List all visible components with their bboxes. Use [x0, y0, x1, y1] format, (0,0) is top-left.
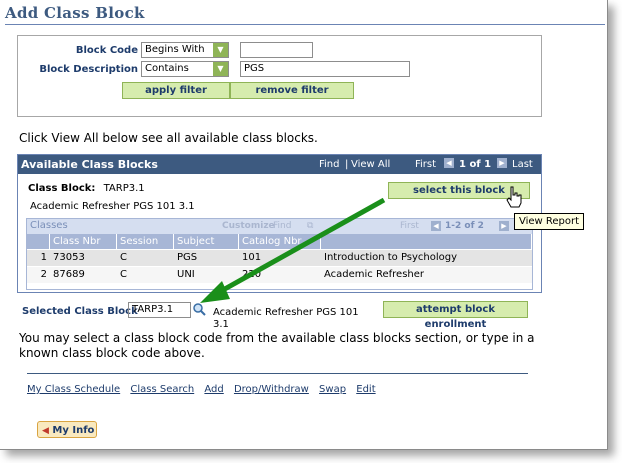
hand-cursor-icon [506, 186, 522, 208]
table-cell-subject: UNI [174, 267, 239, 283]
class-block-description: Academic Refresher PGS 101 3.1 [30, 201, 195, 212]
customize-link[interactable]: Customize [222, 221, 275, 231]
my-info-button[interactable]: ◀ My Info [37, 421, 97, 438]
block-description-operator-value: Contains [145, 63, 189, 74]
row-number: 1 [27, 250, 50, 266]
add-link[interactable]: Add [204, 384, 223, 395]
attempt-block-enrollment-button[interactable]: attempt block enrollment [383, 301, 528, 330]
table-cell-session: C [117, 250, 174, 266]
page-range: 1 of 1 [459, 159, 492, 170]
filter-section: Block Code Begins With ▼ Block Descripti… [17, 35, 542, 117]
chevron-down-icon: ▼ [213, 62, 228, 76]
table-cell-class-nbr: 73053 [50, 250, 117, 266]
classes-prev-icon[interactable]: ◀ [431, 221, 441, 232]
block-description-operator-select[interactable]: Contains ▼ [141, 61, 229, 77]
view-report-tooltip: View Report [514, 213, 585, 230]
block-description-input[interactable]: PGS [240, 61, 410, 77]
classes-range: 1-2 of 2 [445, 221, 484, 231]
selected-class-block-label: Selected Class Block [22, 306, 138, 317]
remove-filter-button[interactable]: remove filter [230, 82, 354, 99]
classes-grid-title: Classes [30, 220, 68, 231]
view-all-link[interactable]: View All [351, 159, 390, 170]
classes-first-link[interactable]: First [400, 221, 419, 231]
nav-separator: | [345, 159, 349, 170]
block-code-input[interactable] [240, 42, 313, 58]
swap-link[interactable]: Swap [319, 384, 346, 395]
row-number-header [27, 234, 50, 249]
row-number: 2 [27, 267, 50, 283]
column-header-class-nbr[interactable]: Class Nbr [50, 234, 117, 249]
classes-next-icon[interactable]: ▶ [499, 221, 509, 232]
last-link[interactable]: Last [512, 159, 533, 170]
back-arrow-icon: ◀ [42, 426, 49, 436]
footer-links: My Class Schedule Class Search Add Drop/… [27, 384, 383, 395]
footer-divider [27, 373, 528, 374]
first-link[interactable]: First [415, 159, 436, 170]
table-cell-session: C [117, 267, 174, 283]
classes-grid: Classes Customize Find ⧉ First ◀ 1-2 of … [26, 218, 533, 290]
class-search-link[interactable]: Class Search [130, 384, 194, 395]
table-cell-catalog: 101 [239, 250, 321, 266]
prev-arrow-icon[interactable]: ◀ [444, 158, 454, 169]
page-title: Add Class Block [5, 4, 145, 22]
view-all-hint: Click View All below see all available c… [19, 131, 318, 145]
selected-class-block-description: Academic Refresher PGS 101 3.1 [213, 307, 359, 330]
classes-grid-header: Classes Customize Find ⧉ First ◀ 1-2 of … [27, 219, 532, 234]
lookup-magnifier-icon[interactable] [192, 302, 206, 316]
class-block-label: Class Block: [28, 183, 96, 194]
class-block-label-row: Class Block: TARP3.1 [28, 183, 145, 194]
block-code-operator-value: Begins With [145, 44, 205, 55]
grid-title: Available Class Blocks [21, 158, 158, 171]
selected-class-block-input[interactable]: TARP3.1 [128, 302, 191, 318]
table-cell-subject: PGS [174, 250, 239, 266]
table-cell-class-nbr: 87689 [50, 267, 117, 283]
grid-header: Available Class Blocks Find | View All F… [18, 155, 541, 174]
select-block-hint: You may select a class block code from t… [19, 331, 535, 360]
table-cell-description: Academic Refresher [321, 267, 532, 283]
my-class-schedule-link[interactable]: My Class Schedule [27, 384, 120, 395]
apply-filter-button[interactable]: apply filter [122, 82, 230, 99]
find-link[interactable]: Find [319, 159, 340, 170]
export-icon[interactable]: ⧉ [307, 221, 313, 231]
column-header-session[interactable]: Session [117, 234, 174, 249]
my-info-label: My Info [52, 425, 95, 436]
title-divider [5, 24, 605, 25]
classes-find-link[interactable]: Find [273, 221, 291, 231]
block-description-label: Block Description [39, 64, 138, 75]
chevron-down-icon: ▼ [213, 43, 228, 57]
table-cell-description: Introduction to Psychology [321, 250, 532, 266]
available-class-blocks-grid: Available Class Blocks Find | View All F… [17, 154, 542, 293]
column-header-subject[interactable]: Subject [174, 234, 239, 249]
column-header-description[interactable] [321, 234, 532, 249]
next-arrow-icon[interactable]: ▶ [497, 158, 507, 169]
block-code-label: Block Code [75, 45, 138, 56]
edit-link[interactable]: Edit [356, 384, 375, 395]
block-code-operator-select[interactable]: Begins With ▼ [141, 42, 229, 58]
class-block-code: TARP3.1 [103, 183, 145, 194]
table-cell-catalog: 220 [239, 267, 321, 283]
column-header-catalog-nbr[interactable]: Catalog Nbr [239, 234, 321, 249]
drop-withdraw-link[interactable]: Drop/Withdraw [234, 384, 309, 395]
